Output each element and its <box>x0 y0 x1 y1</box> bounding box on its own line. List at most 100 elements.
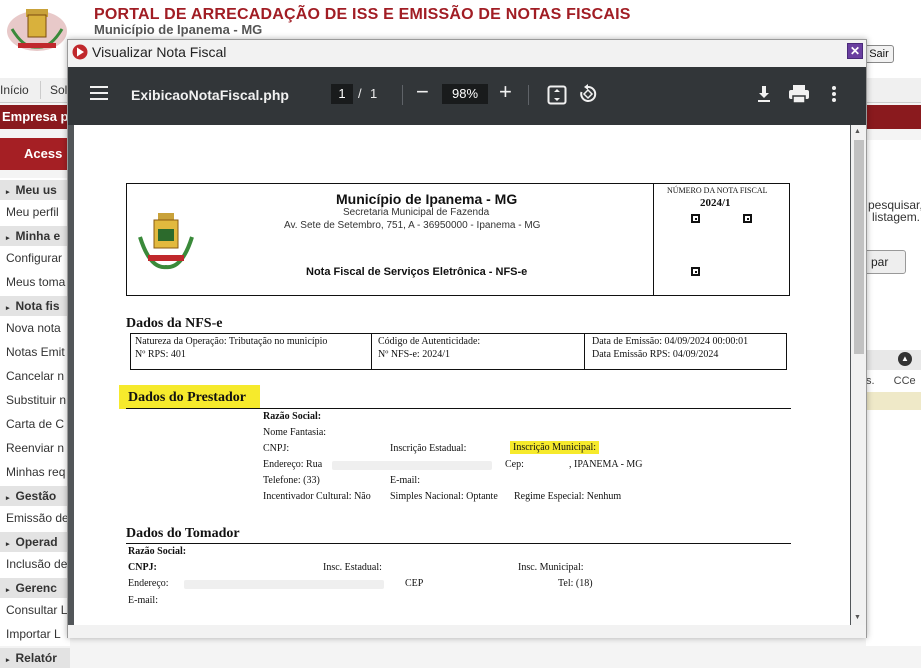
column-header-cce: CCe <box>893 375 916 387</box>
invoice-number-value: 2024/1 <box>700 197 731 209</box>
authenticity-code: Código de Autenticidade: <box>378 336 481 347</box>
secretariat-name: Secretaria Municipal de Fazenda <box>343 207 490 218</box>
customer-municipal-registration: Insc. Municipal: <box>518 562 584 573</box>
sidebar-link[interactable]: Meus toma <box>6 275 68 289</box>
page-number-input[interactable]: 1 <box>331 84 353 104</box>
section-rule <box>126 543 791 544</box>
zoom-out-icon[interactable]: − <box>416 81 429 103</box>
sidebar-link[interactable]: Cancelar n <box>6 369 68 383</box>
municipality-coat-of-arms-logo <box>138 213 194 270</box>
section-heading-nfse: Dados da NFS-e <box>126 316 223 331</box>
sidebar-link[interactable]: Configurar <box>6 251 68 265</box>
sidebar-link[interactable]: Inclusão de <box>6 557 68 571</box>
sidebar-section[interactable]: ▸ Gerenc <box>0 578 70 598</box>
sidebar-section-label: Nota fis <box>15 299 60 313</box>
chevron-right-icon: ▸ <box>6 189 10 196</box>
sidebar-section-label: Minha e <box>15 229 61 243</box>
redacted-field <box>332 461 492 470</box>
logout-button[interactable]: Sair <box>864 45 894 63</box>
qr-marker-icon <box>743 214 752 223</box>
customer-state-registration: Insc. Estadual: <box>323 562 382 573</box>
customer-address: Endereço: <box>128 578 169 589</box>
collapse-icon[interactable]: ▲ <box>898 352 912 366</box>
sidebar-section-label: Meu us <box>15 183 57 197</box>
modal-title: Visualizar Nota Fiscal <box>92 44 227 60</box>
chevron-right-icon: ▸ <box>6 235 10 242</box>
sidebar-link[interactable]: Carta de C <box>6 417 68 431</box>
sidebar-section[interactable]: ▸ Meu us <box>0 180 70 200</box>
provider-city: , IPANEMA - MG <box>569 459 643 470</box>
provider-email: E-mail: <box>390 475 420 486</box>
sidebar-section[interactable]: ▸ Nota fis <box>0 296 70 316</box>
close-icon[interactable]: ✕ <box>847 43 863 59</box>
view-invoice-modal: Visualizar Nota Fiscal ✕ ExibicaoNotaFis… <box>67 39 867 638</box>
sidebar-link[interactable]: Reenviar n <box>6 441 68 455</box>
rotate-icon[interactable] <box>578 84 598 104</box>
sidebar-link[interactable]: Importar L <box>6 627 68 641</box>
sidebar-link[interactable]: Substituir n <box>6 393 68 407</box>
zoom-in-icon[interactable]: + <box>499 81 512 103</box>
provider-municipal-registration: Inscrição Municipal: <box>510 441 600 454</box>
sidebar-link[interactable]: Emissão de <box>6 511 68 525</box>
provider-address: Endereço: Rua <box>263 459 323 470</box>
redacted-field <box>184 580 384 589</box>
hamburger-menu-icon[interactable] <box>90 86 108 100</box>
operation-nature: Natureza da Operação: Tributação no muni… <box>135 336 328 347</box>
chevron-right-icon: ▸ <box>6 541 10 548</box>
table-row[interactable] <box>866 392 921 410</box>
nfse-number: Nº NFS-e: 2024/1 <box>378 349 450 360</box>
chevron-right-icon: ▸ <box>6 587 10 594</box>
nav-divider <box>40 81 41 99</box>
table-header-bar <box>866 350 921 370</box>
sidebar-section[interactable]: ▸ Minha e <box>0 226 70 246</box>
scroll-up-arrow-icon[interactable]: ▲ <box>854 128 861 135</box>
provider-state-registration: Inscrição Estadual: <box>390 443 467 454</box>
document-filename: ExibicaoNotaFiscal.php <box>131 87 289 103</box>
sidebar-section-label: Gestão <box>15 489 57 503</box>
zoom-level-field[interactable]: 98% <box>442 84 488 104</box>
section-heading-provider: Dados do Prestador <box>119 385 260 409</box>
customer-postal-code: CEP <box>405 578 424 589</box>
section-heading-customer: Dados do Tomador <box>126 526 240 541</box>
customer-email: E-mail: <box>128 595 158 606</box>
sidebar-section[interactable]: ▸ Relatór <box>0 648 70 668</box>
section-rule <box>126 408 791 409</box>
sidebar-menu: ▸ Meu us Meu perfil ▸ Minha e Configurar Meus … <box>0 178 70 668</box>
pdf-canvas: Município de Ipanema - MG Secretaria Mun… <box>68 125 866 625</box>
nav-solicitacoes[interactable]: Sol <box>50 83 67 97</box>
pdf-app-icon <box>72 44 88 60</box>
chevron-right-icon: ▸ <box>6 657 10 664</box>
provider-simples-nacional: Simples Nacional: Optante <box>390 491 498 502</box>
sidebar-section-label: Operad <box>15 535 58 549</box>
pdf-page: Município de Ipanema - MG Secretaria Mun… <box>74 125 850 625</box>
issue-date: Data de Emissão: 04/09/2024 00:00:01 <box>592 336 749 347</box>
municipality-address: Av. Sete de Setembro, 751, A - 36950000 … <box>284 220 541 231</box>
municipality-name: Município de Ipanema - MG <box>336 191 518 207</box>
sidebar-section-label: Gerenc <box>15 581 57 595</box>
sidebar-link[interactable]: Nova nota <box>6 321 68 335</box>
municipality-coat-of-arms-logo <box>7 9 67 51</box>
print-icon[interactable] <box>788 84 810 104</box>
scroll-down-arrow-icon[interactable]: ▼ <box>854 614 861 621</box>
sidebar-link[interactable]: Minhas req <box>6 465 68 479</box>
download-icon[interactable] <box>754 84 774 104</box>
toolbar-divider <box>528 85 529 105</box>
scroll-thumb[interactable] <box>854 140 864 354</box>
more-options-icon[interactable] <box>830 84 838 104</box>
pdf-viewer-toolbar: ExibicaoNotaFiscal.php 1 / 1 − 98% + <box>68 67 866 125</box>
sidebar-link[interactable]: Meu perfil <box>6 205 68 219</box>
search-hint-text-2: listagem. <box>872 210 921 224</box>
rps-number: Nº RPS: 401 <box>135 349 186 360</box>
sidebar-link[interactable]: Consultar L <box>6 603 68 617</box>
sidebar-section[interactable]: ▸ Gestão <box>0 486 70 506</box>
rps-issue-date: Data Emissão RPS: 04/09/2024 <box>592 349 719 360</box>
customer-cnpj: CNPJ: <box>128 562 157 573</box>
customer-phone: Tel: (18) <box>558 578 593 589</box>
fit-to-page-icon[interactable] <box>547 85 567 105</box>
qr-marker-icon <box>691 267 700 276</box>
provider-cultural-incentive: Incentivador Cultural: Não <box>263 491 371 502</box>
nav-inicio[interactable]: Início <box>0 83 29 97</box>
sidebar-section-label: Relatór <box>15 651 57 665</box>
sidebar-link[interactable]: Notas Emit <box>6 345 68 359</box>
sidebar-section[interactable]: ▸ Operad <box>0 532 70 552</box>
